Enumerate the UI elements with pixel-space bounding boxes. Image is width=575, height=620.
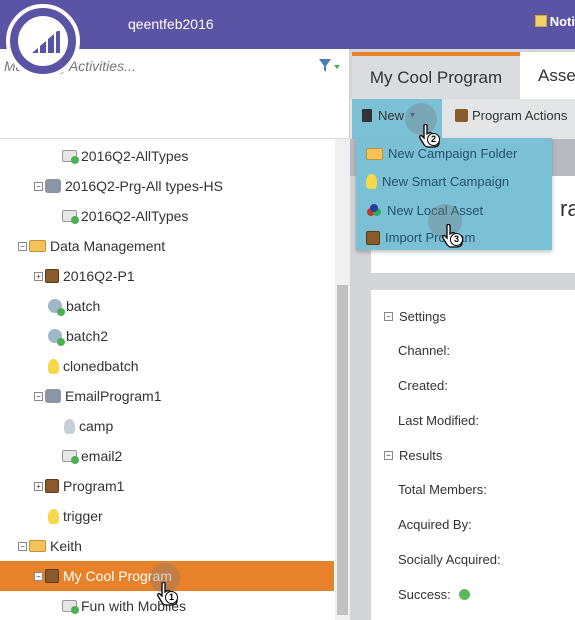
tree-item[interactable]: − EmailProgram1	[0, 381, 334, 411]
tree-item-label: Keith	[50, 538, 82, 554]
tree-item[interactable]: − Data Management	[0, 231, 334, 261]
tab-assets[interactable]: Asse	[520, 52, 575, 99]
tree-item[interactable]: +2016Q2-P1	[0, 261, 334, 291]
tree-item[interactable]: + Program1	[0, 471, 334, 501]
tree-item[interactable]: trigger	[0, 501, 334, 531]
collapse-icon[interactable]: −	[34, 391, 43, 401]
results-section-toggle[interactable]: − Results	[384, 448, 442, 463]
step-number-badge: 3	[450, 233, 463, 246]
logo-inner	[18, 16, 68, 66]
collapse-icon[interactable]: −	[18, 241, 27, 251]
bulb-icon	[64, 418, 75, 434]
program-icon	[45, 389, 61, 403]
notifications-link[interactable]: Noti	[534, 14, 575, 29]
tree-item[interactable]: batch	[0, 291, 334, 321]
step-number-badge: 2	[427, 133, 440, 146]
created-label: Created:	[398, 378, 448, 393]
email-icon	[62, 600, 79, 614]
hand-cursor-icon: 3	[441, 223, 463, 248]
tree-item-label: email2	[81, 448, 123, 464]
tree-item-label: batch2	[66, 328, 109, 344]
tree-item[interactable]: email2	[0, 441, 334, 471]
folder-icon	[29, 240, 46, 252]
last-modified-label: Last Modified:	[398, 413, 479, 428]
expand-icon[interactable]: +	[34, 481, 43, 491]
success-label: Success:	[398, 587, 470, 602]
collapse-icon[interactable]: −	[18, 541, 27, 551]
tree-item-label: 2016Q2-Prg-All types-HS	[65, 178, 223, 194]
folder-icon	[366, 147, 383, 160]
email-icon	[62, 210, 79, 224]
step-number-badge: 1	[165, 591, 178, 604]
tree-item-label: 2016Q2-P1	[63, 268, 135, 284]
tree-item-label: Data Management	[50, 238, 166, 254]
tree-item-label: Program1	[63, 478, 125, 494]
program-actions-icon	[455, 109, 468, 122]
total-members-label: Total Members:	[398, 482, 487, 497]
notification-icon	[534, 15, 547, 27]
campaign-icon	[48, 299, 65, 316]
channel-label: Channel:	[398, 343, 451, 358]
tree-item[interactable]: clonedbatch	[0, 351, 334, 381]
filter-icon[interactable]	[318, 58, 342, 74]
tree-divider	[0, 138, 350, 139]
tree-item[interactable]: 2016Q2-AllTypes	[0, 141, 334, 171]
tree-item-label: 2016Q2-AllTypes	[81, 148, 189, 164]
tree-item[interactable]: batch2	[0, 321, 334, 351]
import-icon	[366, 230, 380, 245]
tree-item-label: trigger	[63, 508, 103, 524]
hand-cursor-icon: 2	[418, 123, 440, 148]
tree-item[interactable]: − Keith	[0, 531, 334, 561]
menu-new-local-asset[interactable]: New Local Asset	[366, 202, 483, 218]
tab-my-cool-program[interactable]: My Cool Program	[352, 52, 520, 99]
acquired-by-label: Acquired By:	[398, 517, 472, 532]
tree-scrollbar-thumb[interactable]	[337, 285, 348, 615]
logo-bars-icon	[32, 31, 60, 53]
tree-item[interactable]: camp	[0, 411, 334, 441]
marketo-logo[interactable]	[6, 4, 80, 78]
menu-new-campaign-folder[interactable]: New Campaign Folder	[366, 146, 517, 161]
workspace-name[interactable]: qeentfeb2016	[128, 16, 214, 32]
tree-item-label: batch	[66, 298, 101, 314]
tree-item-label: EmailProgram1	[65, 388, 162, 404]
program-icon	[45, 569, 59, 583]
tree-item[interactable]: − 2016Q2-Prg-All types-HS	[0, 171, 334, 201]
settings-section-toggle[interactable]: − Settings	[384, 309, 446, 324]
socially-acquired-label: Socially Acquired:	[398, 552, 501, 567]
collapse-icon: −	[384, 312, 393, 321]
asset-icon	[367, 204, 381, 216]
campaign-icon	[48, 329, 65, 346]
folder-icon	[29, 540, 46, 552]
tree-item-label: clonedbatch	[63, 358, 139, 374]
tree-item[interactable]: 2016Q2-AllTypes	[0, 201, 334, 231]
email-icon	[62, 150, 79, 164]
expand-icon[interactable]: +	[34, 271, 43, 281]
tree-item-label: camp	[79, 418, 114, 434]
bulb-icon	[48, 358, 59, 374]
collapse-icon[interactable]: −	[34, 571, 43, 581]
program-title: ram	[560, 196, 575, 221]
menu-new-smart-campaign[interactable]: New Smart Campaign	[366, 174, 509, 189]
new-doc-icon	[362, 109, 372, 122]
collapse-icon: −	[384, 451, 393, 460]
email-icon	[62, 450, 79, 464]
program-icon	[45, 179, 61, 193]
hand-cursor-icon: 1	[156, 581, 178, 606]
program-icon	[45, 479, 59, 493]
program-actions-button[interactable]: Program Actions	[455, 108, 567, 123]
bulb-icon	[48, 508, 59, 524]
success-check-icon	[458, 589, 470, 600]
program-icon	[45, 269, 59, 283]
bulb-icon	[366, 174, 377, 189]
collapse-icon[interactable]: −	[34, 181, 43, 191]
tree-item-label: 2016Q2-AllTypes	[81, 208, 189, 224]
top-bar: qeentfeb2016 Noti	[0, 0, 575, 49]
